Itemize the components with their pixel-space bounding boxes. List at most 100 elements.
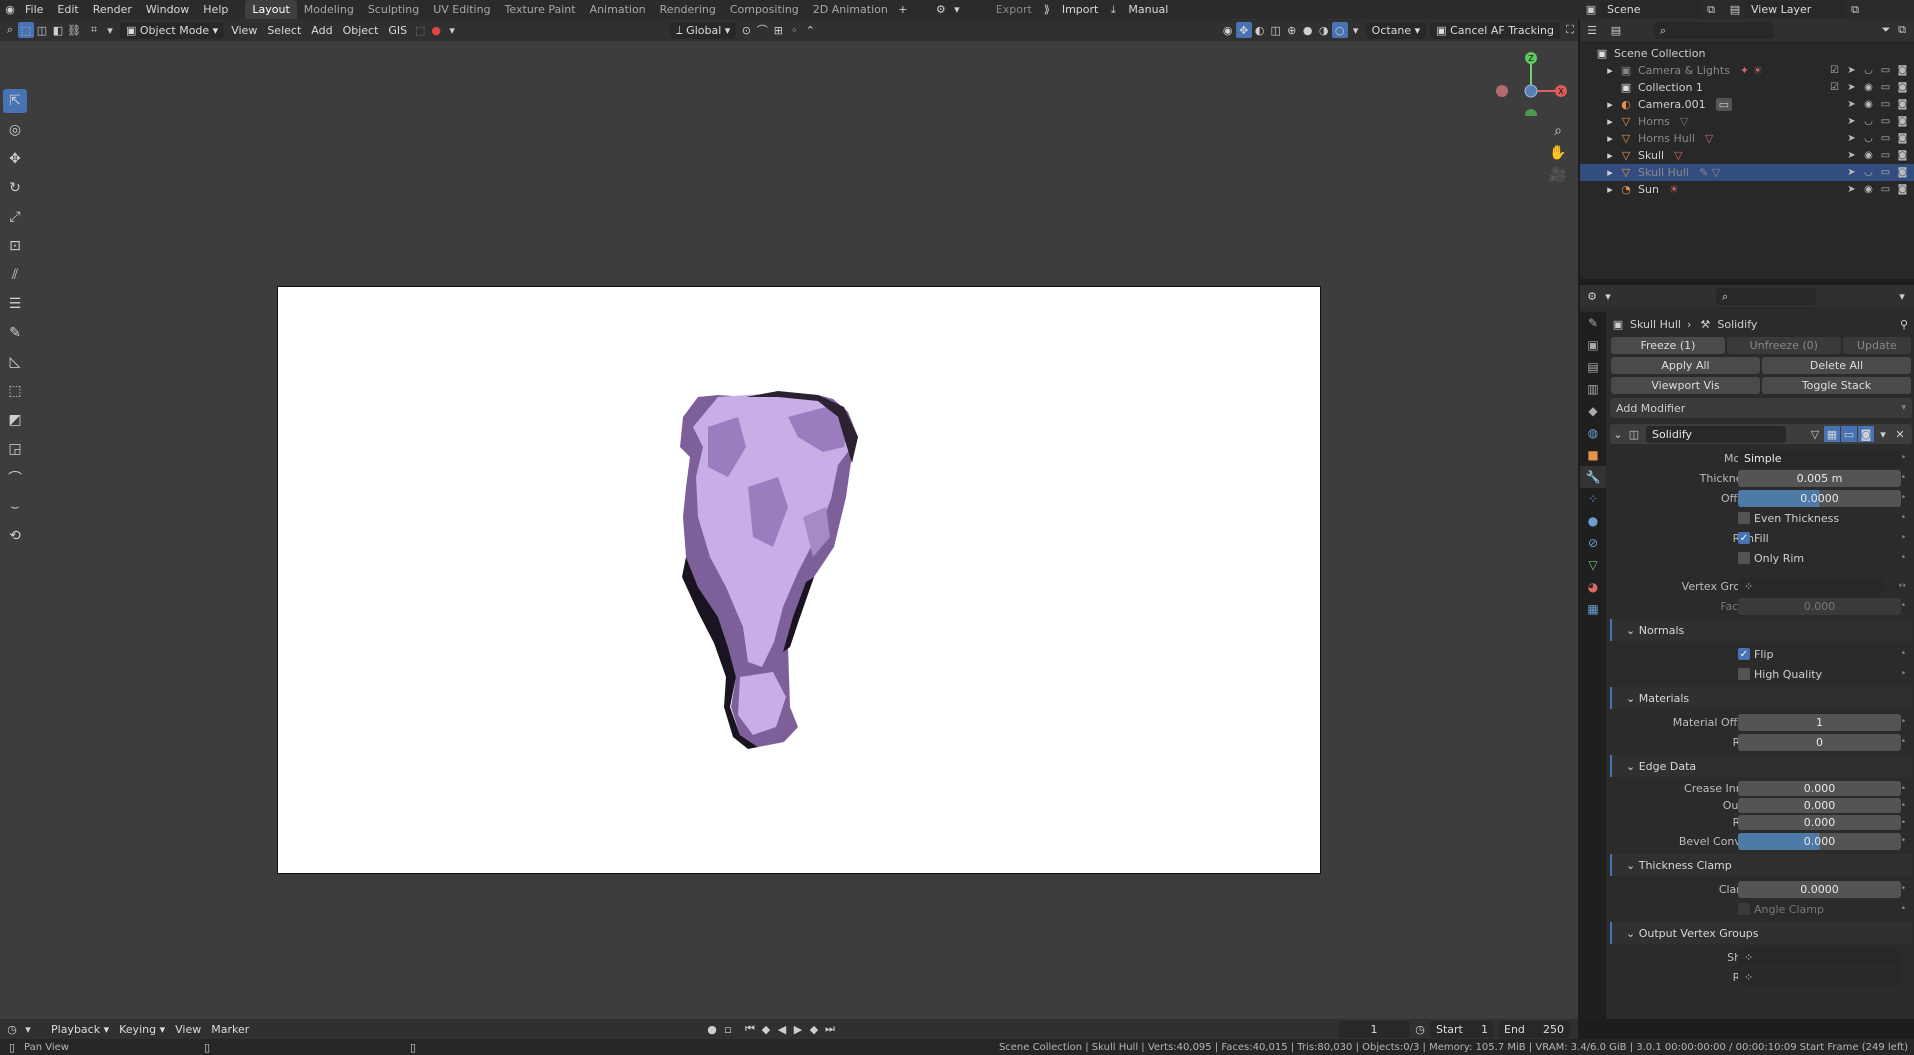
render-icon[interactable]: ◙ <box>1895 150 1910 161</box>
proportional-edit-icon[interactable]: ◦ <box>786 22 802 38</box>
eye-icon[interactable]: ◉ <box>1861 184 1876 195</box>
material-tab-icon[interactable]: ◕ <box>1580 576 1606 598</box>
object-mode-dropdown[interactable]: ▣ Object Mode ▾ <box>120 21 225 39</box>
render-icon[interactable]: ◙ <box>1895 133 1910 144</box>
select-icon[interactable]: ➤ <box>1844 116 1859 127</box>
options-chevron-icon[interactable]: ▾ <box>1894 288 1910 304</box>
curve-tool-icon[interactable]: ⌣ <box>3 495 27 519</box>
data-tab-icon[interactable]: ▽ <box>1580 554 1606 576</box>
cancel-af-tracking-button[interactable]: ▣ Cancel AF Tracking <box>1430 21 1560 39</box>
outliner-item[interactable]: ▣ Collection 1 ☑ ➤ ◉ ▭ ◙ <box>1580 79 1914 96</box>
filter-icon[interactable]: ⏷ <box>1878 22 1894 38</box>
monitor-icon[interactable]: ▭ <box>1878 82 1893 93</box>
skull-model[interactable] <box>278 287 1322 875</box>
select-icon[interactable]: ➤ <box>1844 133 1859 144</box>
manual-button[interactable]: Manual <box>1121 0 1175 19</box>
render-tab-icon[interactable]: ▣ <box>1580 334 1606 356</box>
select-icon[interactable]: ➤ <box>1844 65 1859 76</box>
flip-checkbox[interactable]: ✓ Flip <box>1738 648 1773 661</box>
solid-shading-icon[interactable]: ● <box>1300 22 1316 38</box>
keyframe-dot-icon[interactable]: • <box>1901 818 1906 828</box>
view-menu[interactable]: View <box>170 1021 206 1038</box>
menu-render[interactable]: Render <box>86 0 139 19</box>
view-layer-selector[interactable]: View Layer <box>1745 1 1845 18</box>
constraints-tab-icon[interactable]: ⊘ <box>1580 532 1606 554</box>
gizmo-toggle-icon[interactable]: ✥ <box>1235 22 1252 38</box>
rendered-shading-icon[interactable]: ○ <box>1331 22 1348 38</box>
edge-data-section[interactable]: ⌄ Edge Data <box>1610 755 1912 777</box>
output-rim-field[interactable]: ⁘ <box>1738 968 1901 986</box>
tab-animation[interactable]: Animation <box>583 0 653 19</box>
vertex-group-field[interactable]: ⁘ <box>1738 577 1883 595</box>
output-tab-icon[interactable]: ▤ <box>1580 356 1606 378</box>
select-icon[interactable]: ➤ <box>1844 167 1859 178</box>
offset-slider[interactable]: 0.0000 <box>1738 489 1901 507</box>
eye-icon[interactable]: ◉ <box>1861 82 1876 93</box>
shell-field[interactable]: ⁘ <box>1738 948 1901 966</box>
import-button[interactable]: Import <box>1055 0 1106 19</box>
keyframe-dot-icon[interactable]: • <box>1901 669 1906 679</box>
monitor-icon[interactable]: ▭ <box>1878 116 1893 127</box>
start-frame-field[interactable]: Start 1 <box>1430 1020 1494 1038</box>
high-quality-checkbox[interactable]: High Quality <box>1738 668 1822 681</box>
render-icon[interactable]: ◙ <box>1895 184 1910 195</box>
menu-window[interactable]: Window <box>139 0 196 19</box>
particles-tab-icon[interactable]: ⁘ <box>1580 488 1606 510</box>
move-tool-icon[interactable]: ✥ <box>3 147 27 171</box>
tab-layout[interactable]: Layout <box>245 0 297 19</box>
select-extend-icon[interactable]: ◫ <box>34 22 50 38</box>
smooth-tool-icon[interactable]: ⌒ <box>3 466 27 490</box>
3d-viewport[interactable]: ⇱ ◎ ✥ ↻ ⤢ ⊡ ⫽ ☰ ✎ ◺ ⬚ ◩ ◲ ⌒ ⌣ ⟲ Z X ⌕ ✋ … <box>0 41 1578 1019</box>
object-tab-icon[interactable]: ■ <box>1580 444 1606 466</box>
thickness-clamp-section[interactable]: ⌄ Thickness Clamp <box>1610 854 1912 876</box>
keyframe-dot-icon[interactable]: • <box>1901 533 1906 543</box>
overlay-icon[interactable]: ◐ <box>1252 22 1268 38</box>
angle-clamp-checkbox[interactable]: Angle Clamp <box>1738 903 1824 916</box>
eye-icon[interactable]: ◉ <box>1861 99 1876 110</box>
link-icon[interactable]: ⛓ <box>66 22 82 38</box>
crease-inner-field[interactable]: 0.000 <box>1738 781 1901 796</box>
scale-tool-icon[interactable]: ⤢ <box>3 205 27 229</box>
navigation-gizmo[interactable]: Z X <box>1490 46 1570 116</box>
world-tab-icon[interactable]: ◍ <box>1580 422 1606 444</box>
outliner-item[interactable]: ▸ ◐ Camera.001 ▭ ➤ ◉ ▭ ◙ <box>1580 96 1914 113</box>
keyframe-dot-icon[interactable]: • <box>1901 784 1906 794</box>
chevron-down-icon[interactable]: ▾ <box>949 2 965 18</box>
cursor-tool-icon[interactable]: ◎ <box>3 118 27 142</box>
select-icon[interactable]: ➤ <box>1844 82 1859 93</box>
auto-key-icon[interactable]: ▫ <box>720 1021 736 1037</box>
menu-help[interactable]: Help <box>196 0 235 19</box>
select-menu[interactable]: Select <box>262 22 306 39</box>
bevel-convex-slider[interactable]: 0.000 <box>1738 832 1901 850</box>
modifier-name-field[interactable]: Solidify <box>1646 425 1786 443</box>
zoom-icon[interactable]: ⌕ <box>1548 121 1568 141</box>
eye-closed-icon[interactable]: ◡ <box>1861 116 1876 127</box>
factor-field[interactable]: 0.000 <box>1738 597 1901 615</box>
chevron-down-icon[interactable]: ▾ <box>1600 288 1616 304</box>
next-keyframe-icon[interactable]: ◆ <box>806 1021 822 1037</box>
scene-selector[interactable]: Scene <box>1601 1 1701 18</box>
update-button[interactable]: Update <box>1842 337 1911 354</box>
add-modifier-dropdown[interactable]: Add Modifier ▾ <box>1610 398 1912 418</box>
blender-logo-icon[interactable]: ◉ <box>2 2 18 18</box>
clock-icon[interactable]: ◷ <box>1412 1021 1428 1037</box>
keyframe-dot-icon[interactable]: • <box>1901 493 1906 503</box>
tab-sculpting[interactable]: Sculpting <box>361 0 426 19</box>
play-icon[interactable]: ▶ <box>790 1021 806 1037</box>
select-tool-icon[interactable]: ⇱ <box>3 89 27 113</box>
checkbox-icon[interactable]: ☑ <box>1827 82 1842 93</box>
toggle-stack-button[interactable]: Toggle Stack <box>1762 377 1911 394</box>
mode-dropdown[interactable]: Simple <box>1738 449 1901 467</box>
menu-edit[interactable]: Edit <box>50 0 85 19</box>
add-menu[interactable]: Add <box>306 22 337 39</box>
bend-tool-icon[interactable]: ◲ <box>3 437 27 461</box>
monitor-icon[interactable]: ▭ <box>1878 99 1893 110</box>
edge-rim-field[interactable]: 0.000 <box>1738 815 1901 830</box>
keyframe-dot-icon[interactable]: • <box>1901 801 1906 811</box>
keyframe-dot-icon[interactable]: • <box>1901 473 1906 483</box>
tab-rendering[interactable]: Rendering <box>653 0 723 19</box>
visibility-icon[interactable]: ◉ <box>1220 22 1236 38</box>
measure-tool-icon[interactable]: ◺ <box>3 350 27 374</box>
transform-orientation-dropdown[interactable]: ⟘ Global ▾ <box>670 21 737 39</box>
copy-view-layer-icon[interactable]: ⧉ <box>1847 2 1863 18</box>
